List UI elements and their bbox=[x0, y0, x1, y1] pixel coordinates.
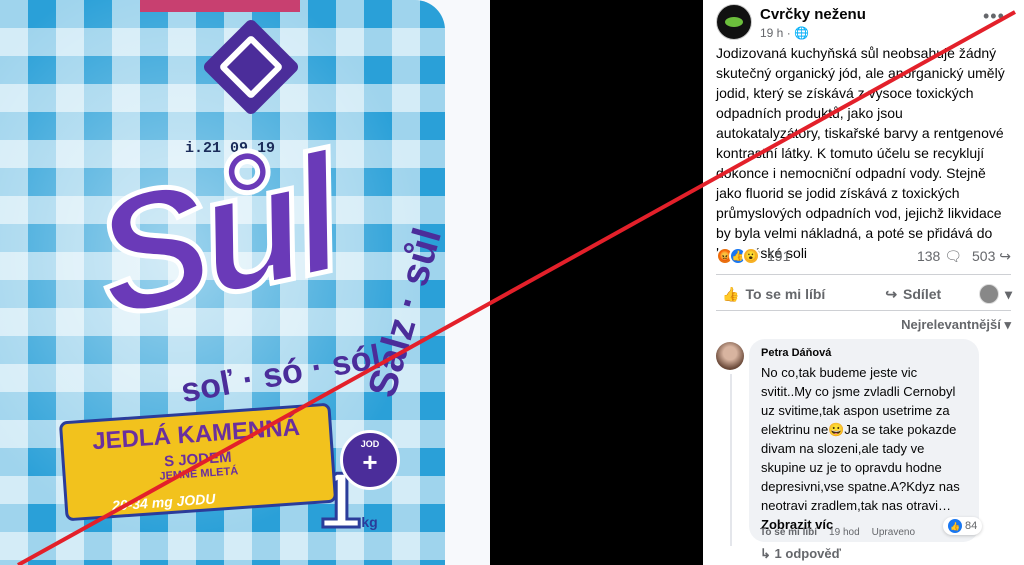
comment-author[interactable]: Petra Dáňová bbox=[761, 347, 967, 359]
share-arrow-icon: ↪ bbox=[999, 248, 1011, 264]
weight-unit: kg bbox=[361, 514, 378, 530]
comment-stat[interactable]: 138 🗨 bbox=[917, 248, 962, 265]
post-text: Jodizovaná kuchyňská sůl neobsahuje žádn… bbox=[716, 45, 1005, 261]
facebook-post: Cvrčky neženu 19 h · 🌐 ••• Jodizovaná ku… bbox=[703, 0, 1024, 565]
iodine-badge: JOD + bbox=[340, 430, 400, 490]
post-meta: 19 h · 🌐 bbox=[760, 26, 809, 40]
reaction-count: 191 bbox=[767, 248, 791, 264]
profile-switcher[interactable]: ▾ bbox=[978, 284, 1012, 304]
comment-icon: 🗨 bbox=[944, 248, 963, 264]
replies-label: 1 odpověď bbox=[774, 546, 841, 561]
comment-count: 138 bbox=[916, 248, 941, 264]
comment-reaction-count: 84 bbox=[965, 520, 978, 532]
comment-reactions[interactable]: 👍 84 bbox=[943, 517, 983, 535]
share-count: 503 bbox=[972, 248, 996, 264]
comment-actions: To se mi líbí 19 hod Upraveno bbox=[760, 527, 915, 538]
black-panel bbox=[490, 0, 703, 565]
divider-top bbox=[716, 274, 1011, 275]
thumbs-up-icon: 👍 bbox=[722, 285, 740, 302]
wow-reaction-icon: 😮 bbox=[742, 247, 760, 265]
like-button[interactable]: 👍 To se mi líbí bbox=[722, 286, 825, 303]
profile-avatar bbox=[978, 284, 999, 304]
reactions-summary[interactable]: 😡 👍 😮 191 bbox=[716, 247, 790, 265]
comment-edited: Upraveno bbox=[871, 527, 915, 538]
product-photo: i.21 09 19 Sůl Salz · sůl soľ · só · sól… bbox=[0, 0, 490, 565]
bag-top-strip bbox=[140, 0, 300, 12]
comment-like-icon: 👍 bbox=[948, 519, 962, 533]
reply-arrow-icon: ↳ bbox=[760, 546, 771, 561]
comment-sort-dropdown[interactable]: Nejrelevantnější ▾ bbox=[901, 317, 1011, 333]
more-options-icon[interactable]: ••• bbox=[983, 6, 1005, 27]
like-button-label: To se mi líbí bbox=[745, 286, 826, 302]
post-stats: 138 🗨 503 ↪ bbox=[917, 248, 1011, 265]
comment-text: No co,tak budeme jeste vic svitit..My co… bbox=[761, 365, 960, 513]
share-icon: ↪ bbox=[885, 285, 898, 302]
share-button[interactable]: ↪ Sdílet bbox=[885, 286, 941, 303]
page-avatar[interactable] bbox=[716, 4, 752, 40]
divider-bottom bbox=[716, 310, 1011, 311]
chevron-down-icon: ▾ bbox=[1004, 285, 1012, 302]
sort-chevron-icon: ▾ bbox=[1004, 317, 1011, 332]
view-replies-link[interactable]: ↳ 1 odpověď bbox=[760, 546, 841, 562]
comment-age[interactable]: 19 hod bbox=[829, 527, 860, 538]
page-name[interactable]: Cvrčky neženu bbox=[760, 6, 866, 23]
post-actions: 👍 To se mi líbí ↪ Sdílet ▾ bbox=[716, 284, 1012, 304]
comment-like-button[interactable]: To se mi líbí bbox=[760, 527, 817, 538]
plus-icon: + bbox=[362, 447, 378, 477]
reply-thread-line bbox=[730, 374, 732, 546]
commenter-avatar[interactable] bbox=[716, 342, 744, 370]
sort-label: Nejrelevantnější bbox=[901, 317, 1001, 332]
share-stat[interactable]: 503 ↪ bbox=[972, 248, 1011, 265]
post-time[interactable]: 19 h · bbox=[760, 26, 794, 40]
comment-bubble: Petra Dáňová No co,tak budeme jeste vic … bbox=[749, 339, 979, 542]
globe-icon: 🌐 bbox=[794, 26, 809, 40]
share-button-label: Sdílet bbox=[903, 286, 942, 302]
